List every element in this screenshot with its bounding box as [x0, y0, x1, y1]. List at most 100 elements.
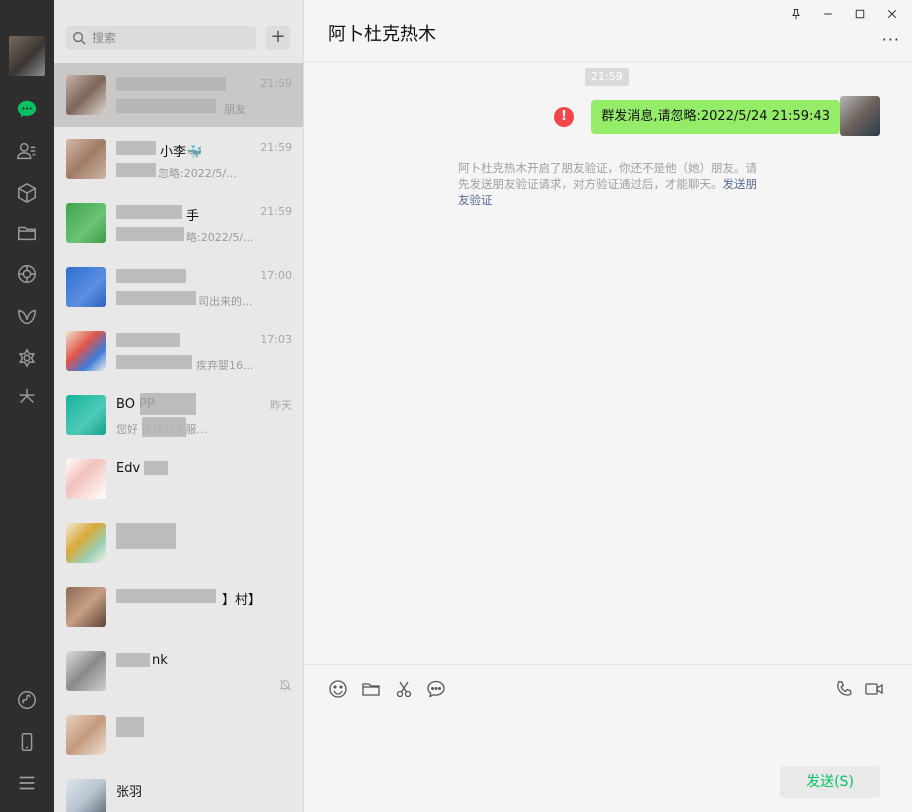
- avatar: [66, 779, 106, 812]
- blurred-preview: [142, 417, 186, 437]
- search-input[interactable]: [92, 31, 242, 45]
- blurred-preview: [116, 99, 216, 113]
- send-button[interactable]: 发送(S): [780, 766, 880, 798]
- system-notice: 阿卜杜克热木开启了朋友验证，你还不是他（她）朋友。请先发送朋友验证请求，对方验证…: [458, 160, 768, 208]
- conversation-item[interactable]: 手 21:59 略:2022/5/...: [54, 191, 303, 255]
- contacts-icon[interactable]: [15, 139, 39, 163]
- chat-header: 阿卜杜克热木 ···: [304, 0, 912, 62]
- conversation-item[interactable]: [54, 511, 303, 575]
- blurred-preview: [116, 291, 196, 305]
- blurred-name: [116, 717, 144, 737]
- conversation-name: Edv: [116, 461, 141, 476]
- conversation-item[interactable]: 21:59 朋友: [54, 63, 303, 127]
- my-avatar[interactable]: [9, 36, 45, 76]
- conversation-time: 昨天: [270, 399, 292, 412]
- chat-history-icon[interactable]: [426, 679, 446, 699]
- search-icon: [72, 31, 86, 45]
- conversation-time: 17:03: [260, 333, 292, 346]
- blurred-name: [116, 269, 186, 283]
- add-button[interactable]: +: [266, 26, 290, 50]
- cube-icon[interactable]: [15, 181, 39, 205]
- blurred-name: [116, 141, 156, 155]
- blurred-preview: [116, 355, 192, 369]
- folder-icon[interactable]: [361, 679, 381, 699]
- conversation-name: 小李🐳: [160, 145, 203, 160]
- conversation-preview: 疾弃婴16...: [196, 359, 254, 372]
- avatar: [66, 331, 106, 371]
- blurred-name: [116, 589, 216, 603]
- message-time: 21:59: [585, 68, 629, 86]
- avatar: [66, 715, 106, 755]
- blurred-name: [116, 523, 176, 549]
- nav-rail: [0, 0, 54, 812]
- conversation-item[interactable]: 17:00 司出来的...: [54, 255, 303, 319]
- message-input[interactable]: [304, 710, 912, 762]
- chat-panel: 阿卜杜克热木 ··· 21:59 ! 群发消息,请忽略:2022/5/24 21…: [304, 0, 912, 812]
- message-bubble[interactable]: 群发消息,请忽略:2022/5/24 21:59:43: [591, 100, 846, 134]
- sparkle-icon[interactable]: [15, 385, 39, 409]
- blurred-name: [116, 333, 180, 347]
- conversation-time: 21:59: [260, 77, 292, 90]
- conversation-item[interactable]: [54, 703, 303, 767]
- conversation-preview: 司出来的...: [198, 295, 253, 308]
- conversation-name: nk: [152, 653, 168, 668]
- input-toolbar: [304, 664, 912, 710]
- close-icon[interactable]: [884, 6, 900, 22]
- blurred-preview: [116, 227, 184, 241]
- mini-program-icon[interactable]: [15, 688, 39, 712]
- chat-bubble-icon[interactable]: [15, 97, 39, 121]
- conversation-time: 21:59: [260, 141, 292, 154]
- avatar: [66, 651, 106, 691]
- conversation-name: 张羽: [116, 785, 143, 800]
- phone-device-icon[interactable]: [15, 730, 39, 754]
- blurred-preview: [116, 163, 156, 177]
- scissors-icon[interactable]: [394, 679, 414, 699]
- avatar: [66, 587, 106, 627]
- conversation-time: 17:00: [260, 269, 292, 282]
- video-call-icon[interactable]: [864, 679, 884, 699]
- conversation-item[interactable]: 张羽: [54, 767, 303, 812]
- settings-flower-icon[interactable]: [15, 346, 39, 370]
- search-box[interactable]: [66, 26, 256, 50]
- avatar: [66, 203, 106, 243]
- conversation-preview: 略:2022/5/...: [186, 231, 254, 244]
- folder-icon[interactable]: [15, 221, 39, 245]
- avatar: [66, 139, 106, 179]
- avatar: [66, 395, 106, 435]
- conversation-preview: 朋友: [224, 103, 246, 116]
- conversation-item[interactable]: 17:03 疾弃婴16...: [54, 319, 303, 383]
- avatar: [66, 267, 106, 307]
- conversation-time: 21:59: [260, 205, 292, 218]
- avatar: [66, 459, 106, 499]
- blurred-name: [116, 205, 182, 219]
- aperture-icon[interactable]: [15, 262, 39, 286]
- blurred-name: [116, 77, 226, 91]
- message-input-area[interactable]: [304, 710, 912, 762]
- hamburger-icon[interactable]: [15, 771, 39, 795]
- conversation-item[interactable]: 】村】: [54, 575, 303, 639]
- avatar: [66, 75, 106, 115]
- conversation-item[interactable]: nk: [54, 639, 303, 703]
- avatar: [66, 523, 106, 563]
- pin-icon[interactable]: [788, 6, 804, 22]
- chat-title: 阿卜杜克热木: [328, 24, 436, 45]
- blurred-name: [144, 461, 168, 475]
- minimize-icon[interactable]: [820, 6, 836, 22]
- blurred-name: [140, 393, 196, 415]
- conversation-name: 手: [186, 209, 200, 224]
- butterfly-icon[interactable]: [15, 305, 39, 329]
- blurred-name: [116, 653, 150, 667]
- mute-bell-icon: [278, 677, 292, 691]
- conversation-item[interactable]: 小李🐳 21:59 忽略:2022/5/...: [54, 127, 303, 191]
- voice-call-icon[interactable]: [835, 679, 855, 699]
- my-message-avatar[interactable]: [840, 96, 880, 136]
- emoji-icon[interactable]: [328, 679, 348, 699]
- conversation-name: 】村】: [222, 593, 262, 608]
- conversation-item[interactable]: Edv: [54, 447, 303, 511]
- more-options-button[interactable]: ···: [882, 30, 900, 49]
- conversation-item[interactable]: BO PP 昨天 您好 选择以下服...: [54, 383, 303, 447]
- maximize-icon[interactable]: [852, 6, 868, 22]
- conversation-preview: 忽略:2022/5/...: [158, 167, 237, 180]
- system-notice-text: 阿卜杜克热木开启了朋友验证，你还不是他（她）朋友。请先发送朋友验证请求，对方验证…: [458, 161, 757, 191]
- send-failed-icon[interactable]: !: [554, 107, 574, 127]
